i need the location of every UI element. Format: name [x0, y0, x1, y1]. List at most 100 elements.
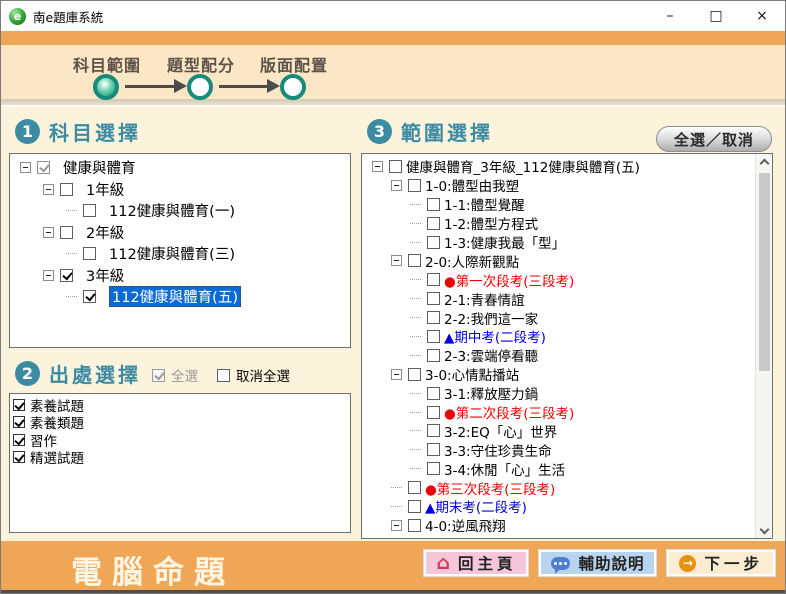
tree-label[interactable]: 2-1:青春情誼: [444, 289, 525, 309]
help-button[interactable]: 輔助說明: [538, 549, 657, 577]
select-all-checkbox-group[interactable]: 全選: [152, 365, 198, 385]
tree-label[interactable]: 3-0:心情點播站: [425, 364, 519, 384]
tree-label[interactable]: ●第一次段考(三段考): [444, 270, 574, 290]
checkbox[interactable]: [13, 399, 25, 411]
tree-label[interactable]: 健康與體育: [63, 157, 136, 178]
close-button[interactable]: ×: [739, 1, 785, 31]
source-item-label[interactable]: 精選試題: [30, 447, 84, 467]
checkbox[interactable]: [83, 247, 96, 260]
tree-row-exam[interactable]: ▲期末考(二段考): [362, 497, 755, 516]
tree-row[interactable]: 1-1:體型覺醒: [362, 195, 755, 214]
checkbox[interactable]: [427, 236, 440, 249]
checkbox[interactable]: [408, 179, 421, 192]
tree-label[interactable]: ●第三次段考(三段考): [425, 478, 555, 498]
tree-label[interactable]: 3-1:釋放壓力鍋: [444, 383, 538, 403]
checkbox[interactable]: [427, 198, 440, 211]
deselect-all-checkbox-group[interactable]: 取消全選: [217, 365, 290, 385]
scrollbar-thumb[interactable]: [759, 173, 770, 371]
checkbox[interactable]: [37, 161, 50, 174]
tree-row[interactable]: 3年級: [10, 265, 350, 287]
collapse-icon[interactable]: [43, 227, 54, 238]
tree-label[interactable]: 4-0:逆風飛翔: [425, 515, 506, 535]
tree-label[interactable]: 3年級: [86, 265, 124, 286]
list-item[interactable]: 精選試題: [13, 449, 350, 467]
checkbox[interactable]: [427, 462, 440, 475]
tree-row[interactable]: 2-2:我們這一家: [362, 308, 755, 327]
tree-label[interactable]: 112健康與體育(五): [109, 286, 241, 307]
checkbox[interactable]: [427, 273, 440, 286]
tree-label[interactable]: 2-2:我們這一家: [444, 308, 538, 328]
tree-row-selected[interactable]: 112健康與體育(五): [10, 286, 350, 308]
tree-row[interactable]: 2-3:雲端停看聽: [362, 346, 755, 365]
tree-label[interactable]: 1-2:體型方程式: [444, 213, 538, 233]
tree-row[interactable]: 3-2:EQ「心」世界: [362, 421, 755, 440]
checkbox[interactable]: [427, 311, 440, 324]
tree-row[interactable]: 2年級: [10, 222, 350, 244]
collapse-icon[interactable]: [43, 184, 54, 195]
collapse-icon[interactable]: [391, 520, 402, 531]
tree-row[interactable]: 3-4:休閒「心」生活: [362, 459, 755, 478]
checkbox[interactable]: [427, 387, 440, 400]
collapse-icon[interactable]: [391, 180, 402, 191]
tree-label[interactable]: 2-0:人際新觀點: [425, 251, 519, 271]
checkbox[interactable]: [60, 226, 73, 239]
collapse-icon[interactable]: [43, 270, 54, 281]
tree-row[interactable]: 1-2:體型方程式: [362, 214, 755, 233]
checkbox[interactable]: [13, 434, 25, 446]
home-button[interactable]: ⌂ 回主頁: [423, 549, 529, 577]
collapse-icon[interactable]: [391, 369, 402, 380]
scroll-down-icon[interactable]: [760, 525, 770, 535]
tree-label[interactable]: ●第二次段考(三段考): [444, 402, 574, 422]
tree-label[interactable]: 3-2:EQ「心」世界: [444, 421, 557, 441]
checkbox[interactable]: [427, 424, 440, 437]
scrollbar[interactable]: [755, 154, 772, 538]
tree-label[interactable]: 2年級: [86, 222, 124, 243]
tree-label[interactable]: 健康與體育_3年級_112健康與體育(五): [406, 156, 640, 176]
tree-row[interactable]: 1-3:健康我最「型」: [362, 233, 755, 252]
collapse-icon[interactable]: [391, 255, 402, 266]
tree-row[interactable]: 3-1:釋放壓力鍋: [362, 384, 755, 403]
checkbox[interactable]: [427, 349, 440, 362]
collapse-icon[interactable]: [372, 161, 383, 172]
checkbox[interactable]: [427, 217, 440, 230]
select-all-checkbox[interactable]: [152, 369, 165, 382]
checkbox[interactable]: [60, 183, 73, 196]
tree-label[interactable]: ▲期末考(二段考): [425, 496, 527, 516]
tree-row[interactable]: 健康與體育_3年級_112健康與體育(五): [362, 157, 755, 176]
collapse-icon[interactable]: [20, 162, 31, 173]
checkbox[interactable]: [13, 416, 25, 428]
checkbox[interactable]: [60, 269, 73, 282]
tree-label[interactable]: 1-3:健康我最「型」: [444, 232, 565, 252]
checkbox[interactable]: [408, 481, 421, 494]
list-item[interactable]: 習作: [13, 431, 350, 449]
checkbox[interactable]: [389, 160, 402, 173]
checkbox[interactable]: [408, 500, 421, 513]
list-item[interactable]: 素養類題: [13, 414, 350, 432]
tree-row[interactable]: 3-0:心情點播站: [362, 365, 755, 384]
tree-label[interactable]: 2-3:雲端停看聽: [444, 345, 538, 365]
tree-label[interactable]: 3-4:休閒「心」生活: [444, 459, 565, 479]
checkbox[interactable]: [427, 330, 440, 343]
tree-row[interactable]: 112健康與體育(一): [10, 200, 350, 222]
list-item[interactable]: 素養試題: [13, 396, 350, 414]
tree-row-exam[interactable]: ●第三次段考(三段考): [362, 478, 755, 497]
tree-row-exam[interactable]: ●第一次段考(三段考): [362, 270, 755, 289]
checkbox[interactable]: [408, 368, 421, 381]
scroll-up-icon[interactable]: [760, 159, 770, 169]
checkbox[interactable]: [83, 204, 96, 217]
select-all-toggle-button[interactable]: 全選／取消: [656, 126, 772, 152]
checkbox[interactable]: [427, 406, 440, 419]
tree-row[interactable]: 2-1:青春情誼: [362, 289, 755, 308]
checkbox[interactable]: [13, 451, 25, 463]
checkbox[interactable]: [408, 254, 421, 267]
tree-label[interactable]: 3-3:守住珍貴生命: [444, 440, 552, 460]
tree-row[interactable]: 1-0:體型由我塑: [362, 176, 755, 195]
tree-row[interactable]: 3-3:守住珍貴生命: [362, 440, 755, 459]
checkbox[interactable]: [83, 290, 96, 303]
tree-row-exam[interactable]: ●第二次段考(三段考): [362, 403, 755, 422]
tree-row[interactable]: 健康與體育: [10, 157, 350, 179]
checkbox[interactable]: [427, 443, 440, 456]
tree-label[interactable]: 112健康與體育(三): [109, 243, 235, 264]
checkbox[interactable]: [427, 292, 440, 305]
tree-label[interactable]: ▲期中考(二段考): [444, 326, 546, 346]
